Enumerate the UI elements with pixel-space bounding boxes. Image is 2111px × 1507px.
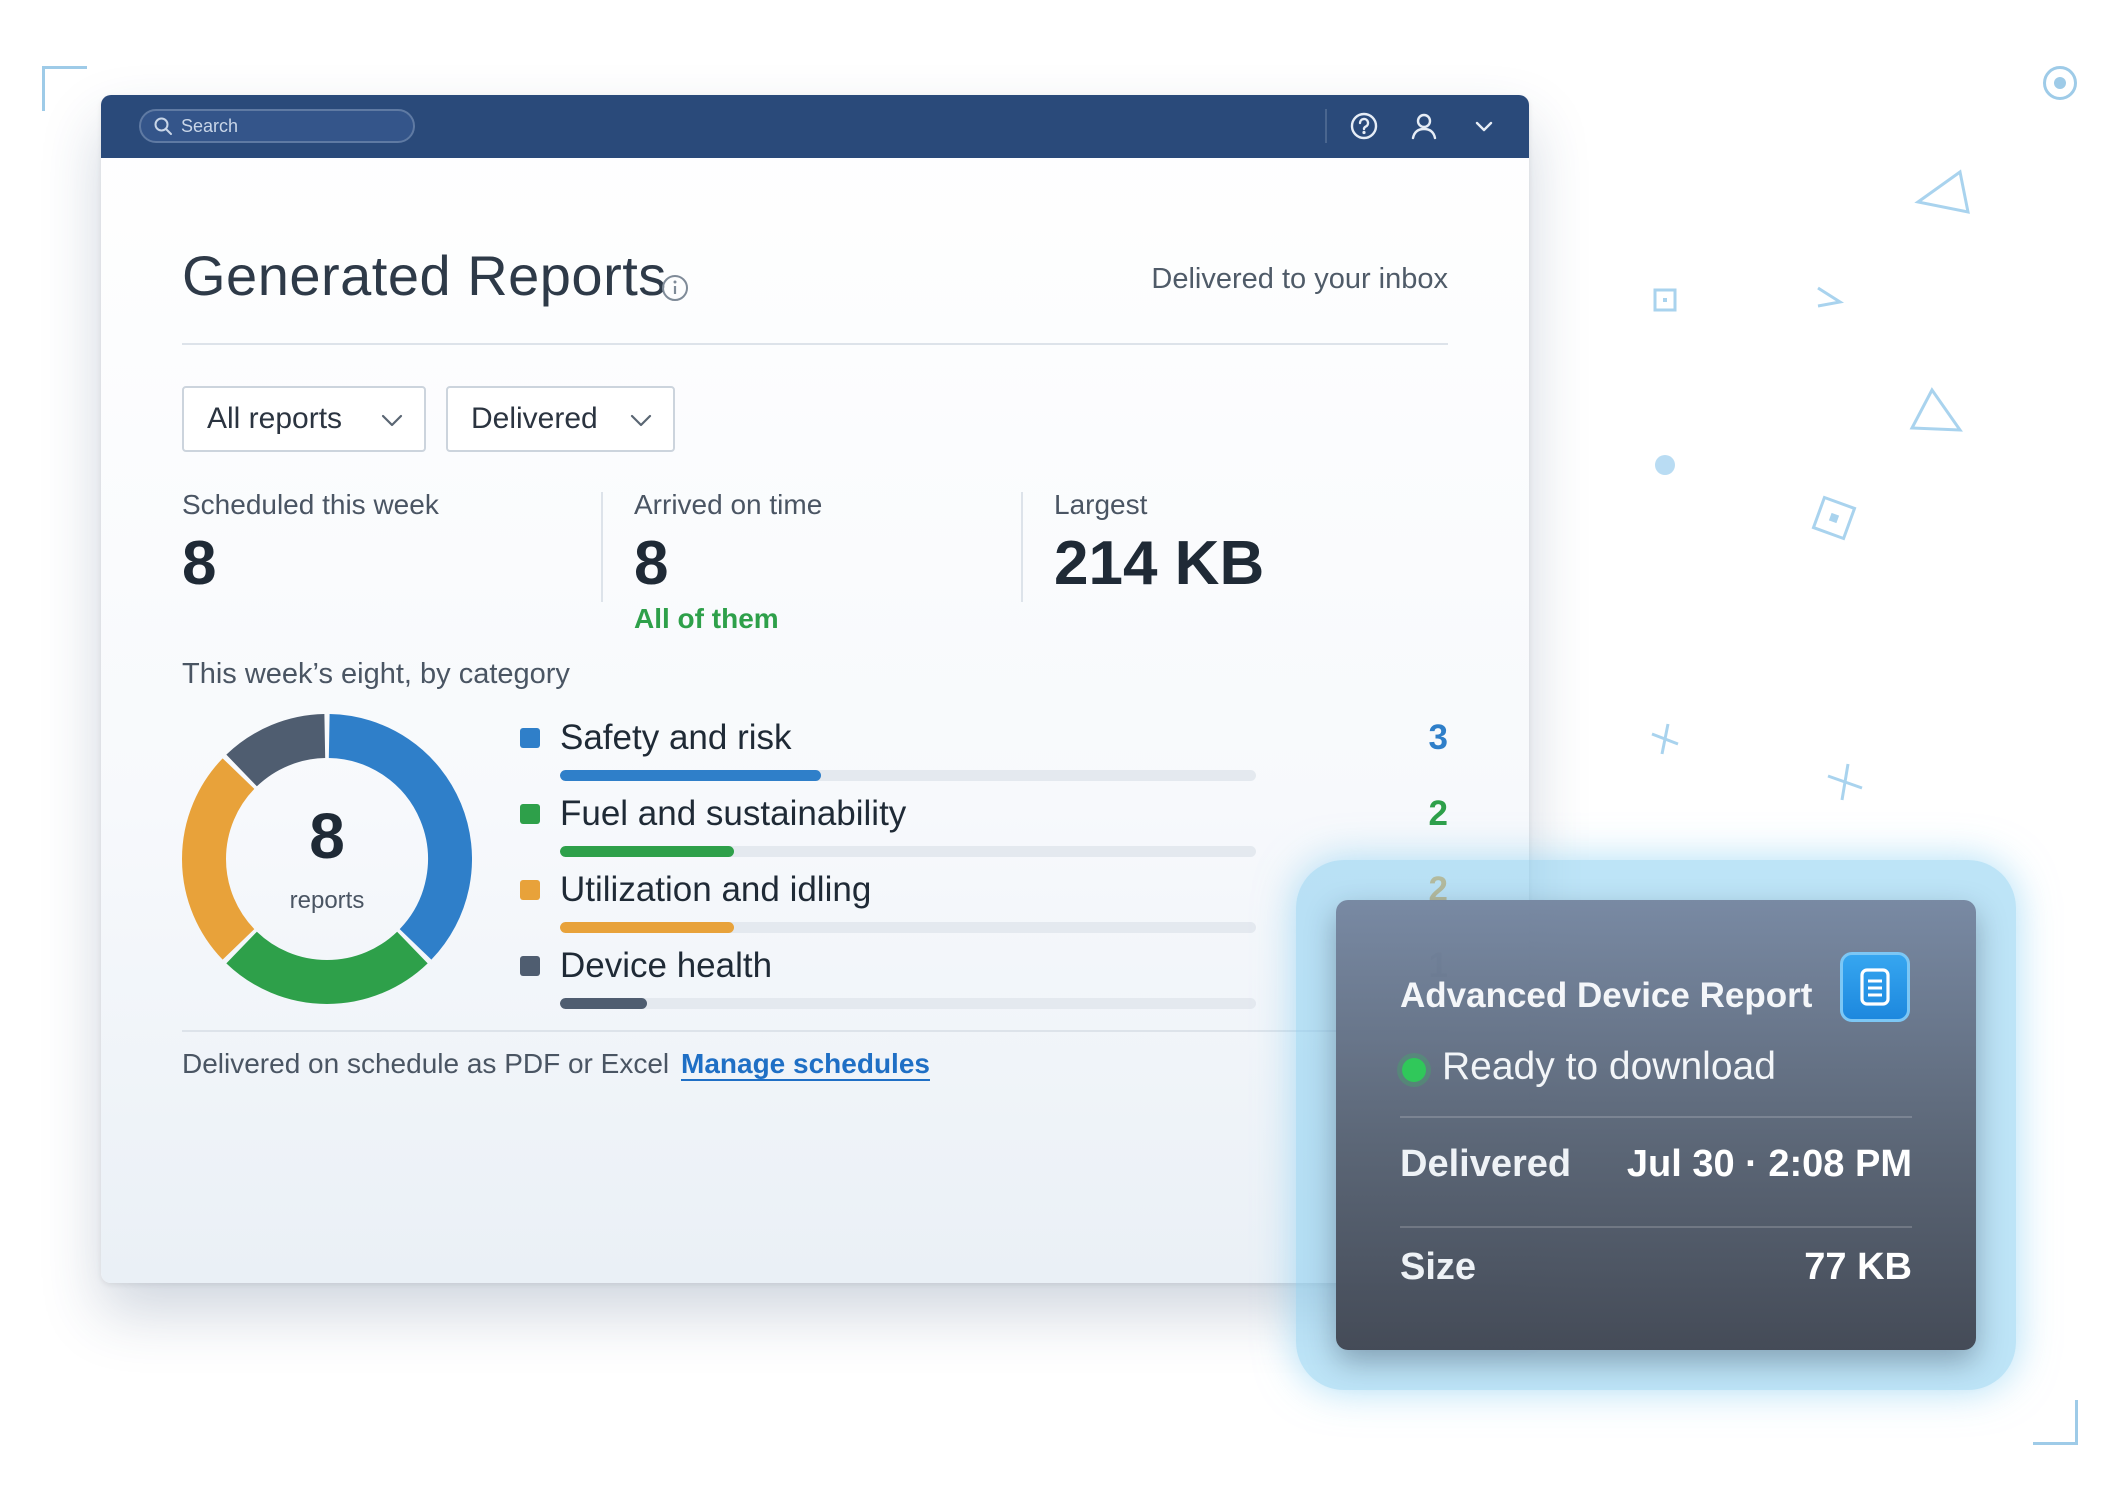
category-swatch — [520, 804, 540, 824]
account-button[interactable] — [1407, 109, 1441, 143]
title-row: Generated Reports Delivered to your inbo… — [182, 158, 1448, 345]
corner-bracket-top-left — [42, 66, 87, 111]
delivered-value: Jul 30 · 2:08 PM — [1626, 1143, 1912, 1185]
account-menu-button[interactable] — [1467, 109, 1501, 143]
dot-shape — [1655, 455, 1675, 475]
category-name: Fuel and sustainability — [560, 794, 907, 833]
stat-value: 8 — [634, 529, 669, 598]
triangle-shape-2 — [1909, 387, 1963, 432]
stat-scheduled: Scheduled this week 8 — [182, 489, 439, 599]
stat-divider — [1021, 492, 1023, 602]
chevron-shape — [1817, 286, 1845, 308]
status-dropdown[interactable]: Delivered — [446, 386, 675, 452]
chevron-down-icon — [1475, 121, 1493, 132]
report-type-value: All reports — [207, 402, 343, 435]
stat-sub: All of them — [634, 603, 779, 634]
page-title: Generated Reports — [182, 244, 667, 307]
category-bar-track — [560, 922, 1256, 933]
category-count: 3 — [1428, 718, 1448, 757]
delivery-note: Delivered to your inbox — [1151, 263, 1448, 295]
download-report-button[interactable] — [1840, 952, 1910, 1022]
card-divider — [1400, 1226, 1912, 1228]
status-value: Delivered — [471, 402, 598, 435]
category-heading: This week’s eight, by category — [182, 658, 570, 690]
help-button[interactable] — [1347, 109, 1381, 143]
search-icon — [154, 117, 172, 135]
stat-divider — [601, 492, 603, 602]
reports-content: Generated Reports Delivered to your inbo… — [182, 158, 1448, 1079]
category-bar-fill — [560, 846, 734, 857]
size-value: 77 KB — [1804, 1246, 1912, 1288]
category-bar-track — [560, 770, 1256, 781]
user-icon — [1411, 113, 1437, 140]
delivered-label: Delivered — [1400, 1143, 1572, 1185]
report-card[interactable]: Advanced Device Report Ready to download… — [1336, 900, 1976, 1350]
category-swatch — [520, 880, 540, 900]
report-status: Ready to download — [1442, 1045, 1776, 1088]
category-name: Utilization and idling — [560, 870, 872, 909]
footer-divider — [182, 1030, 1448, 1032]
donut-unit: reports — [289, 887, 365, 914]
top-bar — [101, 95, 1529, 158]
report-type-dropdown[interactable]: All reports — [182, 386, 426, 452]
donut-total: 8 — [309, 800, 345, 872]
info-icon[interactable] — [661, 274, 689, 302]
category-name: Safety and risk — [560, 718, 792, 757]
stat-value: 8 — [182, 529, 217, 598]
title-divider — [182, 343, 1448, 345]
stat-label: Largest — [1054, 489, 1148, 520]
stat-largest: Largest 214 KB — [1054, 489, 1264, 599]
stat-label: Arrived on time — [634, 489, 823, 520]
chevron-down-icon — [381, 414, 403, 427]
donut-center: 8 reports — [182, 714, 472, 1004]
footer-note: Delivered on schedule as PDF or Excel — [182, 1048, 670, 1079]
target-icon — [2043, 66, 2077, 100]
chevron-down-icon — [630, 414, 652, 427]
stat-label: Scheduled this week — [182, 489, 439, 520]
manage-schedules-link[interactable]: Manage schedules — [681, 1048, 930, 1080]
category-swatch — [520, 728, 540, 748]
category-row: Fuel and sustainability 2 — [520, 790, 1448, 866]
category-bar-track — [560, 998, 1256, 1009]
search-input[interactable] — [179, 114, 403, 138]
category-bar-fill — [560, 770, 821, 781]
topbar-divider — [1325, 109, 1327, 143]
decorative-shapes — [1651, 169, 1970, 801]
category-count: 2 — [1428, 794, 1448, 833]
category-row: Safety and risk 3 — [520, 714, 1448, 790]
report-card-title: Advanced Device Report — [1400, 976, 1813, 1015]
search-box[interactable] — [139, 109, 415, 143]
category-bar-track — [560, 846, 1256, 857]
category-bar-fill — [560, 998, 647, 1009]
triangle-shape-1 — [1914, 169, 1970, 214]
corner-bracket-bottom-right — [2033, 1400, 2078, 1445]
status-dot — [1402, 1058, 1426, 1082]
help-icon — [1350, 112, 1378, 140]
document-icon — [1860, 968, 1890, 1006]
card-divider — [1400, 1116, 1912, 1118]
stat-on-time: Arrived on time 8 All of them — [634, 489, 822, 635]
category-name: Device health — [560, 946, 773, 985]
size-label: Size — [1400, 1246, 1477, 1288]
category-swatch — [520, 956, 540, 976]
category-bar-fill — [560, 922, 734, 933]
stat-value: 214 KB — [1054, 529, 1265, 598]
